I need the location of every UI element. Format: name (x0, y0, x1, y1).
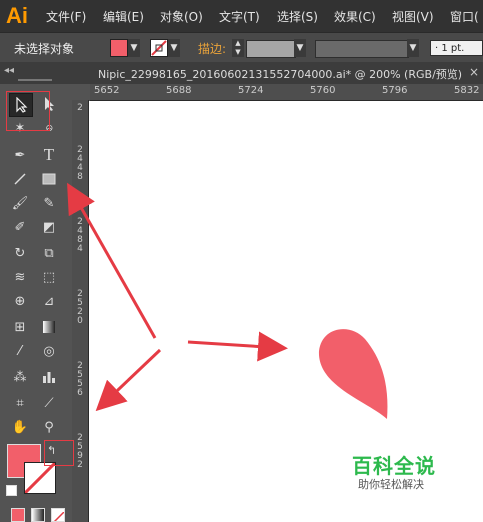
annotation-arrows (67, 182, 288, 412)
arrow-to-shape (187, 331, 288, 362)
arrow-to-ruler (95, 348, 162, 412)
arrow-to-rectangle-tool (67, 182, 157, 339)
